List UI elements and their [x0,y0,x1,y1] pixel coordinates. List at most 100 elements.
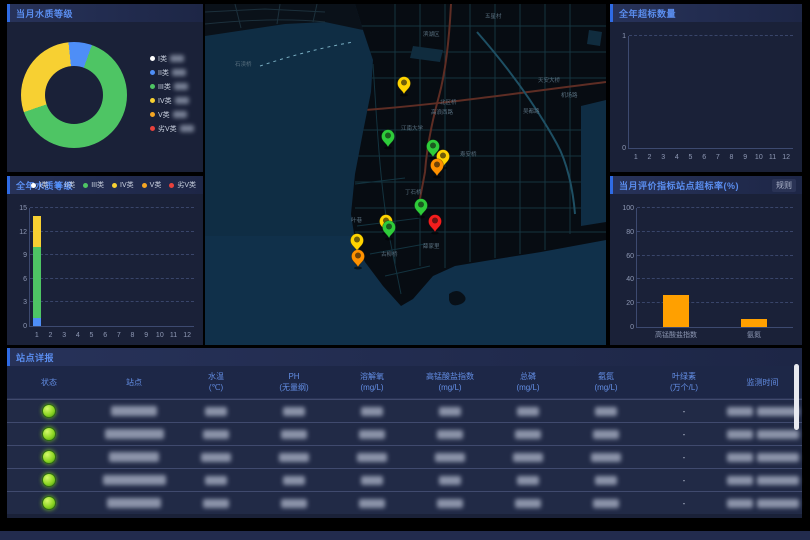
gridline [637,207,793,208]
x-tick-label: 11 [170,332,177,339]
map-place-label: 丁石桥 [405,188,422,196]
legend-label: I类 [158,54,167,64]
table-row[interactable]: - [7,445,802,468]
y-tick-label: 100 [616,205,634,212]
table-scrollbar[interactable] [794,364,799,430]
legend-dot [56,183,61,188]
redacted-value [180,125,194,132]
value-cell [333,406,411,415]
table-row[interactable]: - [7,491,802,514]
pin-hole [401,80,407,86]
value-cell [411,452,489,461]
panel-title: 当月水质等级 [16,7,73,20]
y-tick-label: 0 [608,145,626,152]
legend-item[interactable]: III类 [150,82,194,91]
panel-station-report: 站点详报 状态站点水温(℃)PH(无量纲)溶解氧(mg/L)高锰酸盐指数(mg/… [7,348,802,518]
value-cell [567,429,645,438]
year-grade-chart: 03691215123456789101112 [29,208,194,327]
column-header: 氨氮(mg/L) [567,371,645,393]
rule-button[interactable]: 规则 [772,179,796,192]
redacted-value [513,453,543,462]
legend-label: IV类 [158,96,172,106]
redacted-value [203,430,229,439]
x-tick-label: 高锰酸盐指数 [655,330,697,340]
x-tick-label: 4 [675,154,679,161]
legend-dot [112,183,117,188]
map-place-label: 江南大学 [401,124,424,132]
legend-item[interactable]: 劣V类 [150,124,194,133]
panel-month-grade: 当月水质等级 I类 II类 III类 IV类 V类劣V类 [7,4,203,172]
time-cell [723,499,802,508]
y-tick-label: 40 [616,276,634,283]
x-tick-label: 11 [769,154,776,161]
month-grade-donut [21,42,127,148]
x-tick-label: 6 [702,154,706,161]
x-tick-label: 1 [35,332,39,339]
legend-item[interactable]: I类 [150,54,194,63]
city-map[interactable]: 石渎桥滨湖区五星村江南大学北区桥高浪西路天安大桥机场路吴都路寿安桥丁石桥叶巷薛家… [205,4,606,345]
map-panel[interactable]: 石渎桥滨湖区五星村江南大学北区桥高浪西路天安大桥机场路吴都路寿安桥丁石桥叶巷薛家… [205,4,606,345]
redacted-value [517,407,539,416]
map-place-label: 机场路 [561,91,578,99]
redacted-time [757,453,799,462]
value-cell [255,406,333,415]
station-cell [91,406,177,416]
redacted-time [757,407,799,416]
redacted-station-name [109,452,159,462]
station-cell [91,475,177,485]
legend-item[interactable]: III类 [83,181,107,190]
x-tick-label: 5 [689,154,693,161]
legend-label: II类 [158,68,169,78]
redacted-station-name [111,406,157,416]
status-cell [7,450,91,464]
legend-dot [169,183,174,188]
value-cell [489,475,567,484]
y-tick-label: 80 [616,229,634,236]
year-exceed-chart: 01123456789101112 [628,36,793,149]
x-tick-label: 1 [634,154,638,161]
legend-item[interactable]: I类 [31,181,51,190]
map-place-label: 高浪西路 [431,108,454,116]
column-header: 叶绿素(万个/L) [645,371,723,393]
gridline [30,254,194,255]
legend-item[interactable]: IV类 [150,96,194,105]
legend-item[interactable]: IV类 [112,181,137,190]
table-row[interactable]: - [7,468,802,491]
legend-item[interactable]: V类 [150,110,194,119]
legend-item[interactable]: II类 [150,68,194,77]
x-tick-label: 3 [62,332,66,339]
chlorophyll-cell: - [645,453,723,462]
table-row[interactable]: - [7,399,802,422]
redacted-value [281,430,307,439]
redacted-value [205,407,227,416]
legend-label: 劣V类 [158,124,177,134]
legend-dot [150,98,155,103]
redacted-value [435,453,465,462]
x-tick-label: 7 [117,332,121,339]
table-row[interactable]: - [7,422,802,445]
legend-item[interactable]: II类 [56,181,78,190]
redacted-value [591,453,621,462]
legend-dot [31,183,36,188]
bottom-accent-bar [0,531,810,540]
redacted-value [595,407,617,416]
value-cell [177,452,255,461]
column-header: 站点 [91,377,177,388]
legend-item[interactable]: V类 [142,181,165,190]
x-tick-label: 4 [76,332,80,339]
pin-hole [430,143,436,149]
rate-bar [741,319,767,327]
redacted-value [359,430,385,439]
panel-year-exceed: 全年超标数量 01123456789101112 [610,4,802,172]
panel-header: 全年超标数量 [610,4,802,22]
legend-dot [142,183,147,188]
value-cell [333,429,411,438]
value-cell [411,429,489,438]
value-cell [255,429,333,438]
value-cell [567,475,645,484]
legend-item[interactable]: 劣V类 [169,181,199,190]
redacted-value [439,476,461,485]
y-tick-label: 3 [9,299,27,306]
redacted-value [359,499,385,508]
redacted-date [727,453,753,462]
